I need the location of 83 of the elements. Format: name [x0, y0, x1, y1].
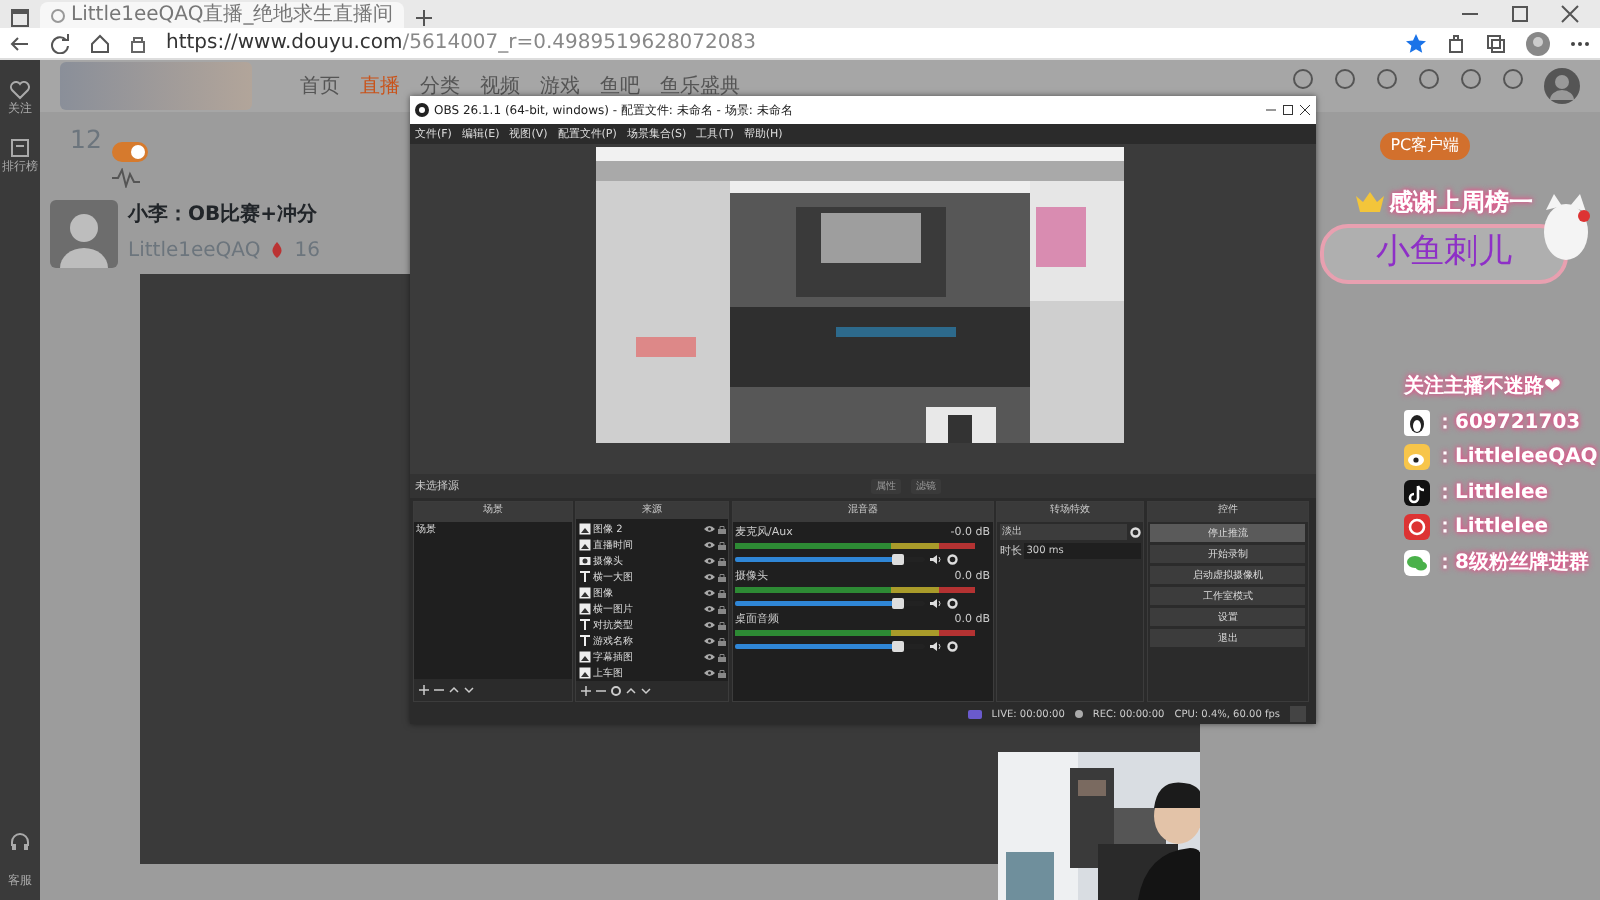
- lock-icon: [130, 33, 146, 53]
- collections-icon[interactable]: [1486, 33, 1506, 53]
- eye-icon[interactable]: [704, 525, 715, 534]
- chat-bubble-icon: [1404, 549, 1430, 575]
- star-icon[interactable]: [1406, 33, 1426, 53]
- contact-text: ：8级粉丝牌进群: [1435, 549, 1589, 577]
- text-icon: [578, 619, 591, 632]
- eye-icon[interactable]: [704, 669, 715, 678]
- up-icon[interactable]: [448, 684, 459, 695]
- cat-sticker-drawing: [1540, 192, 1592, 264]
- headset-icon[interactable]: [10, 832, 30, 852]
- remove-icon[interactable]: [433, 684, 444, 695]
- volume-slider-thumb[interactable]: [892, 554, 905, 565]
- eye-logo-icon: [1404, 444, 1430, 470]
- lock-icon[interactable]: [717, 604, 726, 614]
- close-icon[interactable]: [1560, 4, 1580, 24]
- eye-icon[interactable]: [704, 637, 715, 646]
- back-icon[interactable]: [10, 33, 30, 53]
- live-icon: [967, 709, 982, 719]
- lock-icon[interactable]: [717, 588, 726, 598]
- lock-icon[interactable]: [717, 540, 726, 550]
- eye-icon[interactable]: [704, 589, 715, 598]
- crown-icon: [1355, 192, 1384, 212]
- image-icon: [578, 523, 591, 536]
- tabs-icon[interactable]: [10, 8, 30, 28]
- eye-icon[interactable]: [704, 605, 715, 614]
- disc-logo-icon: [1404, 514, 1430, 540]
- wave-icon[interactable]: [111, 167, 140, 187]
- eye-icon[interactable]: [704, 557, 715, 566]
- lock-icon[interactable]: [717, 556, 726, 566]
- add-icon[interactable]: [418, 684, 429, 695]
- contact-text: ：Littlelee: [1435, 514, 1549, 542]
- volume-slider-thumb[interactable]: [892, 597, 905, 609]
- reload-icon[interactable]: [50, 33, 70, 53]
- contact-text: ：609721703: [1435, 409, 1581, 437]
- streamer-avatar: [50, 200, 118, 268]
- list-icon[interactable]: [10, 138, 30, 158]
- eye-icon[interactable]: [704, 541, 715, 550]
- fire-icon: [270, 242, 285, 258]
- avatar-icon[interactable]: [1544, 68, 1580, 104]
- lock-icon[interactable]: [717, 636, 726, 646]
- camera-icon: [578, 555, 591, 568]
- lock-icon[interactable]: [717, 620, 726, 630]
- image-icon: [578, 539, 591, 552]
- toggle-icon[interactable]: [111, 142, 148, 162]
- maximize-icon[interactable]: [1510, 4, 1530, 24]
- image-icon: [578, 587, 591, 600]
- resize-grip[interactable]: [1290, 706, 1306, 722]
- stream-title: 小李：OB比赛+冲分: [128, 200, 320, 230]
- eye-icon[interactable]: [704, 653, 715, 662]
- lock-icon[interactable]: [717, 668, 726, 678]
- top-fan-name: 小鱼刺儿: [1320, 224, 1568, 283]
- site-icon: [50, 7, 66, 23]
- eye-icon[interactable]: [704, 621, 715, 630]
- down-icon[interactable]: [641, 685, 651, 696]
- eye-icon[interactable]: [704, 573, 715, 582]
- lock-icon[interactable]: [717, 524, 726, 534]
- text-icon: [578, 571, 591, 584]
- follow-caption: 关注主播不迷路❤: [1404, 372, 1563, 402]
- more-icon[interactable]: [1570, 39, 1590, 47]
- browser-tab[interactable]: Little1eeQAQ直播_绝地求生直播间: [40, 2, 404, 28]
- contact-text: ：LittleleeQAQ: [1435, 444, 1598, 472]
- image-icon: [578, 603, 591, 616]
- down-icon[interactable]: [463, 684, 474, 695]
- remove-icon[interactable]: [596, 685, 606, 696]
- add-icon[interactable]: [581, 685, 591, 696]
- thanks-caption: 感谢上周榜一: [1388, 186, 1533, 220]
- obs-logo-icon: [415, 103, 429, 117]
- volume-slider-thumb[interactable]: [892, 641, 905, 652]
- profile-icon[interactable]: [1526, 31, 1550, 55]
- image-icon: [578, 651, 591, 664]
- new-tab-icon[interactable]: [413, 8, 434, 28]
- speaker-icon[interactable]: [930, 641, 942, 652]
- record-icon: [1074, 710, 1083, 718]
- note-logo-icon: [1404, 479, 1430, 505]
- home-icon[interactable]: [90, 33, 110, 53]
- speaker-icon[interactable]: [930, 597, 942, 609]
- up-icon[interactable]: [626, 685, 636, 696]
- lock-icon[interactable]: [717, 652, 726, 662]
- lock-icon[interactable]: [717, 572, 726, 582]
- speaker-icon[interactable]: [930, 554, 942, 565]
- contact-text: ：Littlelee: [1435, 479, 1549, 507]
- text-icon: [578, 635, 591, 648]
